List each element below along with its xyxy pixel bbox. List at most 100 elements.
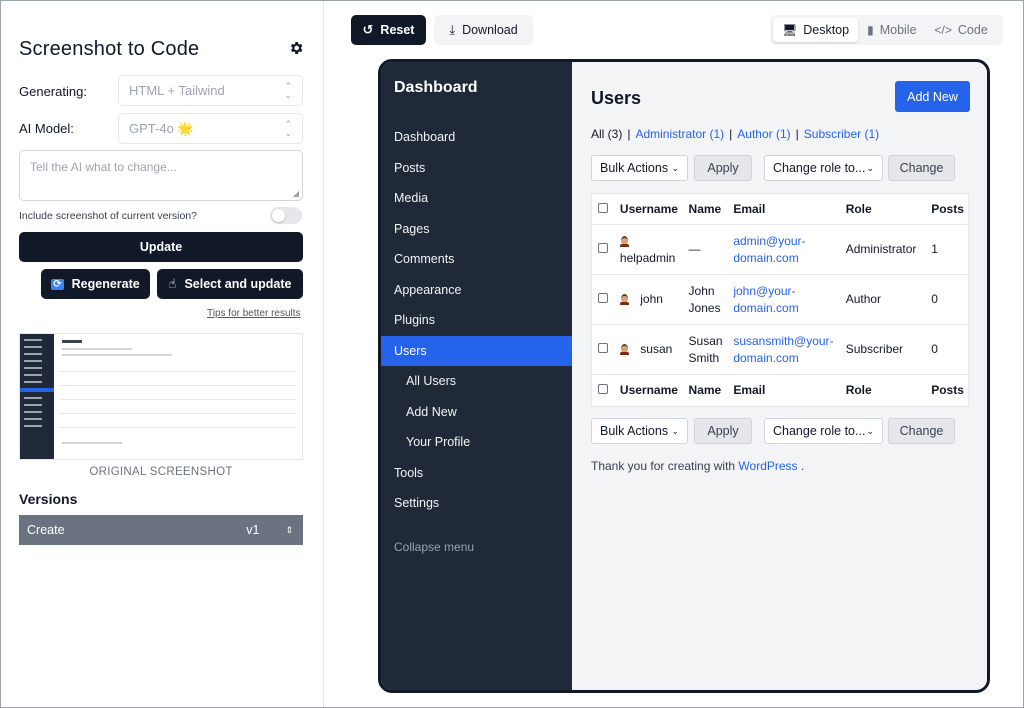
- model-select[interactable]: GPT-4o 🌟 ⌃ ⌄: [118, 113, 303, 144]
- download-button[interactable]: ⤓ Download: [434, 15, 533, 45]
- bottom-actions: Bulk Actions ⌄ Apply Change role to... ⌄ C…: [591, 418, 981, 444]
- pointer-hand-icon: ☝: [168, 276, 177, 291]
- sidebar-item-tools[interactable]: Tools: [381, 458, 572, 489]
- sidebar-item-users[interactable]: Users: [381, 335, 572, 366]
- column-email[interactable]: Email: [729, 201, 841, 218]
- row-email[interactable]: admin@your-domain.com: [729, 233, 841, 267]
- original-screenshot-thumbnail[interactable]: [19, 333, 303, 460]
- row-name: —: [688, 242, 701, 256]
- refresh-icon: ⟳: [51, 278, 64, 290]
- include-screenshot-label: Include screenshot of current version?: [19, 210, 198, 222]
- sidebar-item-settings[interactable]: Settings: [381, 488, 572, 519]
- column-email[interactable]: Email: [729, 382, 841, 399]
- gear-icon[interactable]: [288, 40, 304, 56]
- wp-main: Users Add New All (3) | Administrator (1) |…: [572, 62, 987, 690]
- regenerate-button-label: Regenerate: [71, 277, 140, 291]
- column-posts: Posts: [931, 201, 964, 216]
- tab-code-label: Code: [957, 23, 988, 37]
- chevron-down-icon: ⌄: [671, 425, 679, 436]
- select-and-update-button[interactable]: ☝ Select and update: [157, 269, 303, 299]
- row-email[interactable]: john@your-domain.com: [729, 283, 841, 317]
- column-role: Role: [845, 201, 872, 216]
- preview-frame: Dashboard Dashboard Posts Media Pages Co…: [378, 59, 990, 693]
- column-name: Name: [688, 383, 722, 397]
- row-checkbox[interactable]: [598, 343, 608, 353]
- row-posts[interactable]: 1: [927, 241, 968, 258]
- tab-code[interactable]: </> Code: [926, 18, 997, 42]
- sidebar-item-your-profile[interactable]: Your Profile: [381, 427, 572, 458]
- include-screenshot-toggle[interactable]: [270, 207, 302, 224]
- apply-button-bottom[interactable]: Apply: [694, 418, 752, 444]
- chevron-updown-icon: ⌃ ⌄: [284, 118, 292, 138]
- regenerate-button[interactable]: ⟳ Regenerate: [41, 269, 150, 299]
- row-username[interactable]: susan: [640, 342, 672, 356]
- change-role-select[interactable]: Change role to... ⌄: [764, 155, 883, 181]
- footer-thanks: Thank you for creating with WordPress .: [591, 459, 805, 473]
- column-username[interactable]: Username: [616, 201, 685, 218]
- row-role: Author: [845, 292, 882, 306]
- tab-mobile-label: Mobile: [879, 23, 917, 37]
- change-role-value: Change role to...: [773, 424, 866, 438]
- select-all-checkbox[interactable]: [598, 202, 608, 213]
- thumbnail-sidebar: [20, 334, 54, 459]
- table-footer: Username Name Email Role Posts: [592, 375, 968, 406]
- version-name: Create: [27, 523, 65, 537]
- sidebar-item-plugins[interactable]: Plugins: [381, 305, 572, 336]
- row-posts[interactable]: 0: [927, 291, 968, 308]
- select-all-checkbox[interactable]: [598, 384, 608, 394]
- row-posts[interactable]: 0: [927, 341, 968, 358]
- table-row: helpadmin — admin@your-domain.com Admini…: [592, 225, 968, 275]
- apply-button[interactable]: Apply: [694, 155, 752, 181]
- versions-title: Versions: [19, 491, 78, 507]
- change-button[interactable]: Change: [888, 155, 955, 181]
- change-role-select-bottom[interactable]: Change role to... ⌄: [764, 418, 883, 444]
- sidebar-item-posts[interactable]: Posts: [381, 153, 572, 184]
- view-switcher: 🖥 Desktop ▮ Mobile </> Code: [770, 15, 1003, 45]
- add-new-button[interactable]: Add New: [895, 81, 970, 112]
- bulk-actions-value: Bulk Actions: [600, 161, 669, 175]
- row-checkbox[interactable]: [598, 293, 608, 303]
- model-label: AI Model:: [19, 121, 74, 136]
- thumbnail-content: [54, 334, 302, 459]
- sidebar-item-media[interactable]: Media: [381, 183, 572, 214]
- row-role: Administrator: [845, 242, 917, 256]
- app-title: Screenshot to Code: [19, 38, 200, 60]
- sidebar-item-comments[interactable]: Comments: [381, 244, 572, 275]
- filter-administrator[interactable]: Administrator (1): [635, 127, 724, 141]
- version-row[interactable]: Create v1 ⇕: [19, 515, 303, 545]
- stack-select-value: HTML + Tailwind: [129, 83, 225, 98]
- monitor-icon: 🖥: [782, 23, 798, 37]
- filter-author[interactable]: Author (1): [737, 127, 790, 141]
- row-checkbox[interactable]: [598, 243, 608, 253]
- sidebar-item-add-new[interactable]: Add New: [381, 397, 572, 428]
- column-username[interactable]: Username: [616, 382, 685, 399]
- bulk-actions-select[interactable]: Bulk Actions ⌄: [591, 155, 688, 181]
- row-role: Subscriber: [845, 342, 904, 356]
- bulk-actions-select-bottom[interactable]: Bulk Actions ⌄: [591, 418, 688, 444]
- filter-subscriber[interactable]: Subscriber (1): [804, 127, 879, 141]
- update-button[interactable]: Update: [19, 232, 303, 262]
- sidebar-item-all-users[interactable]: All Users: [381, 366, 572, 397]
- tab-desktop[interactable]: 🖥 Desktop: [773, 18, 859, 42]
- change-button-bottom[interactable]: Change: [888, 418, 955, 444]
- stack-select[interactable]: HTML + Tailwind ⌃ ⌄: [118, 75, 303, 106]
- users-table: Username Name Email Role Posts helpadmin…: [591, 193, 969, 407]
- reset-button[interactable]: ↺ Reset: [351, 15, 426, 45]
- sidebar-item-pages[interactable]: Pages: [381, 214, 572, 245]
- row-username[interactable]: john: [640, 292, 663, 306]
- wordpress-link[interactable]: WordPress: [738, 459, 797, 473]
- generating-label: Generating:: [19, 84, 87, 99]
- prompt-input[interactable]: Tell the AI what to change... ◢: [19, 150, 303, 201]
- sidebar-item-dashboard[interactable]: Dashboard: [381, 122, 572, 153]
- collapse-menu-link[interactable]: Collapse menu: [394, 540, 474, 554]
- row-email[interactable]: susansmith@your-domain.com: [729, 333, 841, 367]
- row-username[interactable]: helpadmin: [620, 251, 675, 265]
- table-row: susan Susan Smith susansmith@your-domain.…: [592, 325, 968, 375]
- sidebar-item-appearance[interactable]: Appearance: [381, 275, 572, 306]
- tab-mobile[interactable]: ▮ Mobile: [858, 18, 925, 42]
- tips-link[interactable]: Tips for better results: [207, 308, 301, 319]
- filter-all[interactable]: All (3): [591, 127, 622, 141]
- resize-grip-icon[interactable]: ◢: [293, 189, 299, 198]
- download-button-label: Download: [462, 23, 518, 37]
- bulk-actions-value: Bulk Actions: [600, 424, 669, 438]
